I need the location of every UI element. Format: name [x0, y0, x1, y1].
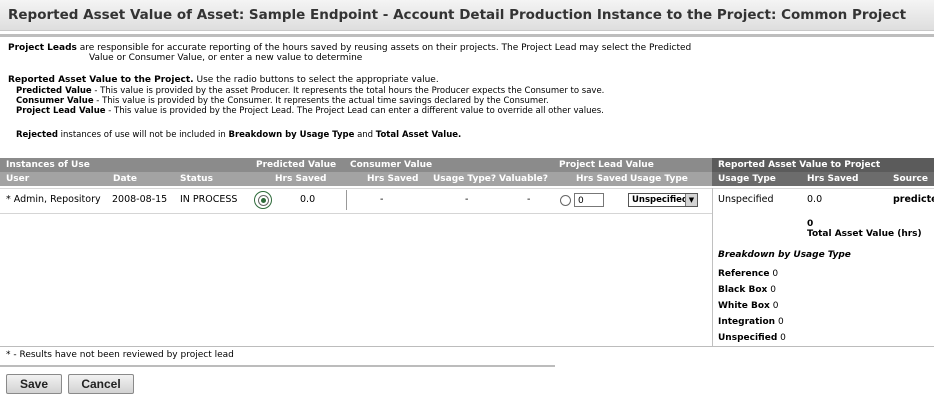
cell-r-usage: Unspecified	[718, 194, 774, 205]
breakdown-label: White Box	[718, 301, 770, 311]
breakdown-value: 0	[772, 269, 779, 279]
save-button[interactable]: Save	[6, 374, 62, 394]
breakdown-label: Reference	[718, 269, 770, 279]
col-pl-usage: Usage Type	[630, 174, 688, 184]
rejected-breakdown-term: Breakdown by Usage Type	[228, 130, 355, 140]
leads-text: are responsible for accurate reporting o…	[79, 43, 692, 53]
breakdown-label: Integration	[718, 317, 776, 327]
header-predicted-value: Predicted Value	[256, 160, 337, 170]
header-reported-asset-value: Reported Asset Value to Project	[718, 160, 881, 170]
breakdown-label: Unspecified	[718, 333, 778, 343]
col-status: Status	[180, 174, 213, 184]
predicted-value-def: Predicted Value - This value is provided…	[16, 86, 604, 96]
consumer-value-def: Consumer Value - This value is provided …	[16, 96, 549, 106]
header-instances-of-use: Instances of Use	[6, 160, 90, 170]
cell-user: * Admin, Repository	[6, 194, 101, 205]
leads-paragraph-line1: Project Leads are responsible for accura…	[8, 43, 691, 53]
predicted-value-desc: - This value is provided by the asset Pr…	[94, 86, 605, 96]
rav-text: Use the radio buttons to select the appr…	[196, 75, 439, 85]
title-separator	[0, 34, 934, 37]
rejected-note: Rejected instances of use will not be in…	[16, 130, 461, 140]
page-title: Reported Asset Value of Asset: Sample En…	[8, 7, 907, 23]
consumer-value-desc: - This value is provided by the Consumer…	[96, 96, 549, 106]
rejected-and: and	[357, 130, 374, 140]
breakdown-value: 0	[772, 301, 779, 311]
predicted-value-radio[interactable]	[258, 195, 269, 206]
breakdown-title: Breakdown by Usage Type	[718, 250, 851, 260]
breakdown-item-white-box: White Box 0	[718, 301, 778, 311]
breakdown-value: 0	[777, 317, 784, 327]
breakdown-item-reference: Reference 0	[718, 269, 778, 279]
header-consumer-value: Consumer Value	[350, 160, 433, 170]
predicted-value-term: Predicted Value	[16, 86, 92, 96]
col-r-source: Source	[893, 174, 928, 184]
cell-status: IN PROCESS	[180, 194, 238, 205]
total-asset-value-label: Total Asset Value (hrs)	[807, 229, 922, 239]
col-date: Date	[113, 174, 137, 184]
breakdown-label: Black Box	[718, 285, 768, 295]
chevron-down-icon[interactable]: ▼	[685, 194, 697, 206]
col-cv-valuable: Valuable?	[499, 174, 548, 184]
breakdown-value: 0	[770, 285, 776, 295]
leads-bold: Project Leads	[8, 43, 77, 53]
cell-cv-valuable: -	[527, 194, 531, 205]
project-lead-usage-select[interactable]: Unspecified ▼	[628, 193, 698, 207]
cell-r-hrs: 0.0	[807, 194, 823, 205]
project-lead-value-radio[interactable]	[560, 195, 571, 206]
total-asset-value: 0	[807, 219, 814, 229]
consumer-value-term: Consumer Value	[16, 96, 94, 106]
rejected-term: Rejected	[16, 130, 58, 140]
cell-cv-hrs: -	[380, 194, 384, 205]
project-lead-value-term: Project Lead Value	[16, 106, 106, 116]
col-user: User	[6, 174, 30, 184]
leads-text-line2: Value or Consumer Value, or enter a new …	[89, 53, 363, 63]
table-bottom-border	[0, 346, 934, 347]
cancel-button[interactable]: Cancel	[68, 374, 134, 394]
rav-paragraph: Reported Asset Value to the Project. Use…	[8, 75, 439, 85]
project-lead-value-def: Project Lead Value - This value is provi…	[16, 106, 604, 116]
breakdown-item-black-box: Black Box 0	[718, 285, 776, 295]
col-cv-usage: Usage Type?	[433, 174, 497, 184]
footer-divider	[0, 365, 555, 367]
cell-date: 2008-08-15	[112, 194, 168, 205]
rejected-text: instances of use will not be included in	[60, 130, 226, 140]
cell-pv-hrs: 0.0	[300, 194, 316, 205]
col-r-hrs: Hrs Saved	[807, 174, 859, 184]
col-cv-hrs: Hrs Saved	[367, 174, 419, 184]
rejected-total-term: Total Asset Value.	[375, 130, 462, 140]
project-lead-usage-selected: Unspecified	[632, 195, 688, 205]
project-lead-hrs-input[interactable]: 0	[574, 193, 604, 207]
cell-cv-usage: -	[465, 194, 469, 205]
breakdown-value: 0	[780, 333, 786, 343]
col-r-usage: Usage Type	[718, 174, 776, 184]
rav-bold: Reported Asset Value to the Project.	[8, 75, 194, 85]
header-project-lead-value: Project Lead Value	[559, 160, 654, 170]
project-lead-value-desc: - This value is provided by the Project …	[108, 106, 604, 116]
footnote: * - Results have not been reviewed by pr…	[6, 350, 234, 360]
row-bottom-divider	[0, 213, 712, 214]
title-bar: Reported Asset Value of Asset: Sample En…	[0, 0, 934, 31]
col-pv-hrs: Hrs Saved	[275, 174, 327, 184]
cell-r-source: predicte	[893, 194, 934, 205]
col-pl-hrs: Hrs Saved	[576, 174, 628, 184]
breakdown-item-integration: Integration 0	[718, 317, 784, 327]
breakdown-item-unspecified: Unspecified 0	[718, 333, 786, 343]
